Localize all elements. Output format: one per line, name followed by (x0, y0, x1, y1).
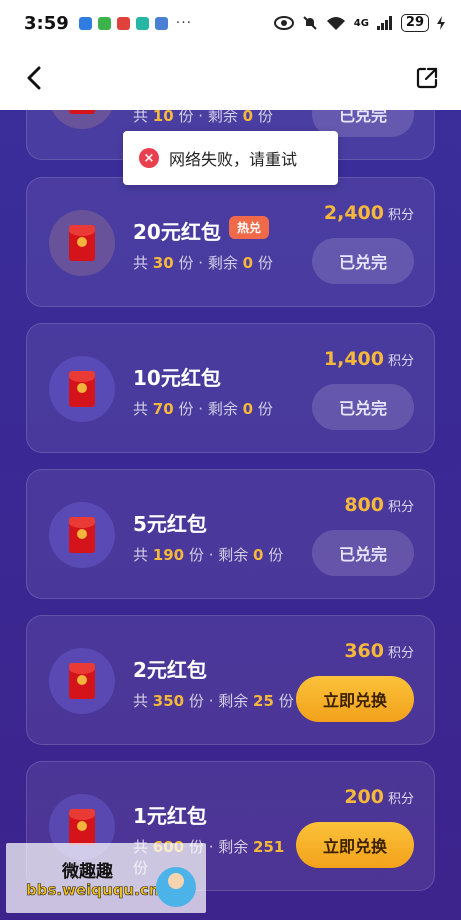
blue-app-icon (154, 16, 168, 30)
status-indicators: 4G 29 (273, 14, 445, 32)
watermark: 微趣趣 bbs.weiququ.cn (6, 843, 206, 913)
message-app-icon (78, 16, 92, 30)
red-packet-icon (69, 809, 95, 845)
more-notifications-icon: ··· (175, 15, 193, 31)
close-circle-icon: × (139, 148, 159, 168)
price-label: 200 积分 (344, 786, 414, 808)
watermark-url: bbs.weiququ.cn (26, 881, 160, 900)
reward-name: 5元红包 (133, 512, 207, 536)
reward-list[interactable]: 共 10 份 · 剩余 0 份 已兑完 20元红包 热兑 共 30 份 · 剩余… (0, 110, 461, 920)
charging-icon (437, 16, 445, 30)
watermark-title: 微趣趣 (62, 862, 113, 882)
calendar-app-icon (135, 16, 149, 30)
share-icon (416, 67, 438, 89)
red-packet-icon (69, 517, 95, 553)
reward-name: 10元红包 (133, 366, 221, 390)
red-packet-icon-wrap (49, 502, 115, 568)
red-app-icon (116, 16, 130, 30)
signal-icon (376, 16, 392, 30)
sold-out-button[interactable]: 已兑完 (312, 384, 414, 430)
red-packet-icon (69, 110, 95, 114)
hot-badge: 热兑 (229, 216, 270, 239)
sold-out-button[interactable]: 已兑完 (312, 530, 414, 576)
nav-bar (0, 46, 461, 110)
battery-level: 29 (400, 14, 429, 32)
price-label: 800 积分 (344, 494, 414, 516)
red-packet-icon (69, 663, 95, 699)
red-packet-icon-wrap (49, 648, 115, 714)
notification-icons (78, 16, 168, 30)
eye-icon (273, 16, 294, 30)
red-packet-icon-wrap (49, 110, 115, 129)
toast-message: 网络失败，请重试 (169, 150, 298, 169)
red-packet-icon-wrap (49, 356, 115, 422)
network-label: 4G (353, 17, 369, 29)
sold-out-button[interactable]: 已兑完 (312, 238, 414, 284)
error-toast: × 网络失败，请重试 (123, 131, 338, 185)
settings-app-icon (97, 16, 111, 30)
mute-bell-icon (303, 16, 317, 30)
reward-name: 1元红包 (133, 804, 207, 828)
stock-info: 共 70 份 · 剩余 0 份 (133, 400, 273, 418)
reward-name: 2元红包 (133, 658, 207, 682)
chevron-left-icon (27, 66, 41, 90)
reward-card: 10元红包 共 70 份 · 剩余 0 份 1,400 积分 已兑完 (26, 323, 435, 453)
stock-info: 共 30 份 · 剩余 0 份 (133, 254, 273, 272)
mascot-icon (156, 867, 196, 907)
reward-card: 5元红包 共 190 份 · 剩余 0 份 800 积分 已兑完 (26, 469, 435, 599)
price-label: 2,400 积分 (323, 202, 414, 224)
wifi-icon (326, 16, 345, 30)
stock-info: 共 350 份 · 剩余 25 份 (133, 692, 294, 710)
redeem-button[interactable]: 立即兑换 (296, 676, 414, 722)
red-packet-icon-wrap (49, 210, 115, 276)
stock-info: 共 190 份 · 剩余 0 份 (133, 546, 284, 564)
status-time: 3:59 (24, 12, 69, 34)
reward-card: 2元红包 共 350 份 · 剩余 25 份 360 积分 立即兑换 (26, 615, 435, 745)
reward-name: 20元红包 (133, 220, 221, 244)
status-bar: 3:59 ··· 4G 29 (0, 0, 461, 46)
price-label: 1,400 积分 (323, 348, 414, 370)
red-packet-icon (69, 371, 95, 407)
stock-info: 共 10 份 · 剩余 0 份 (133, 110, 273, 125)
share-button[interactable] (413, 64, 441, 92)
redeem-button[interactable]: 立即兑换 (296, 822, 414, 868)
red-packet-icon (69, 225, 95, 261)
reward-card: 20元红包 热兑 共 30 份 · 剩余 0 份 2,400 积分 已兑完 (26, 177, 435, 307)
back-button[interactable] (20, 64, 48, 92)
price-label: 360 积分 (344, 640, 414, 662)
